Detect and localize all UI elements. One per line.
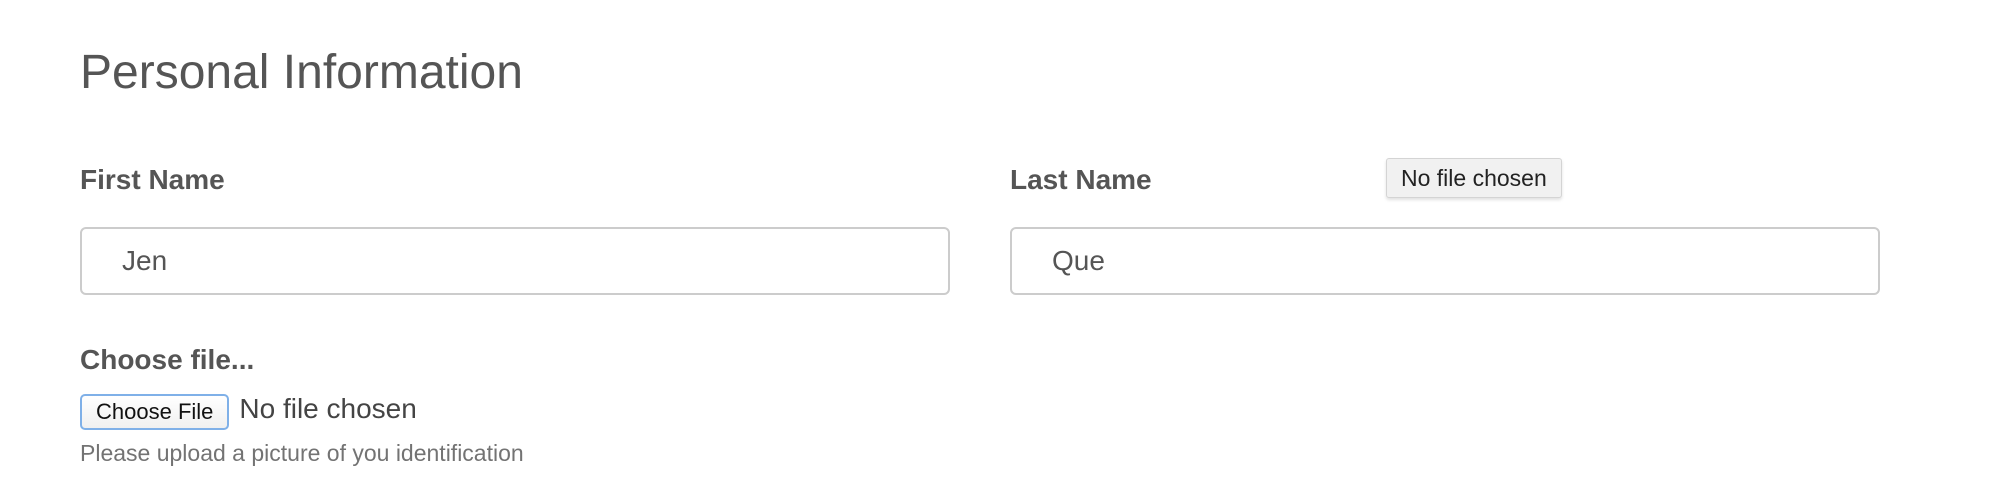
last-name-label: Last Name [1010,164,1152,195]
last-name-input[interactable] [1010,227,1880,295]
file-tooltip: No file chosen [1386,158,1562,198]
page-title: Personal Information [80,46,523,99]
first-name-input[interactable] [80,227,950,295]
choose-file-label: Choose file... [80,344,255,375]
first-name-label: First Name [80,164,225,195]
file-input: Choose File No file chosen [80,393,417,430]
choose-file-button[interactable]: Choose File [80,394,230,430]
file-help-text: Please upload a picture of you identific… [80,440,524,466]
file-status-text: No file chosen [239,393,417,424]
